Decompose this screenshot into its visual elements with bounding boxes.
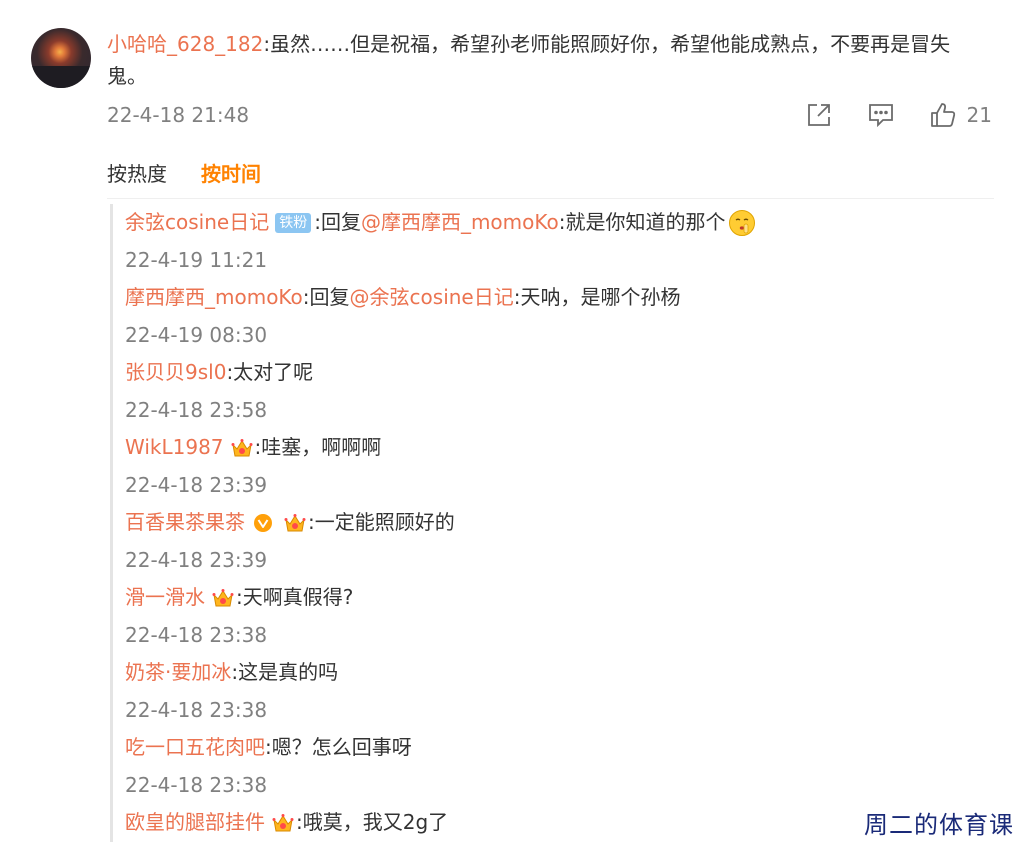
- reply-username[interactable]: WikL1987: [125, 429, 224, 467]
- sort-by-hot-tab[interactable]: 按热度: [107, 158, 167, 190]
- like-icon[interactable]: [929, 101, 957, 129]
- mention-link[interactable]: @余弦cosine日记: [350, 279, 514, 317]
- reply-content: 百香果茶果茶 :一定能照顾好的: [125, 504, 993, 542]
- reply-text: :嗯？怎么回事呀: [265, 735, 412, 759]
- reply-username[interactable]: 张贝贝9sl0: [125, 354, 226, 392]
- reply-content: WikL1987 :哇塞，啊啊啊: [125, 429, 993, 467]
- reply-item: 摩西摩西_momoKo:回复 @余弦cosine日记:天呐，是哪个孙杨 22-4-…: [113, 279, 993, 354]
- reply-text: :哦莫，我又2g了: [296, 810, 449, 834]
- main-comment-username[interactable]: 小哈哈_628_182: [107, 32, 263, 56]
- reply-text: :这是真的吗: [231, 660, 339, 684]
- reply-username[interactable]: 余弦cosine日记: [125, 204, 269, 242]
- reply-timestamp: 22-4-18 23:39: [125, 472, 268, 497]
- reply-content: 吃一口五花肉吧:嗯？怎么回事呀: [125, 729, 993, 767]
- reply-username[interactable]: 奶茶·要加冰: [125, 654, 231, 692]
- reply-list: 余弦cosine日记 铁粉:回复 @摩西摩西_momoKo:就是你知道的那个 22-…: [110, 204, 993, 842]
- crown-icon: [211, 586, 235, 610]
- reply-item: WikL1987 :哇塞，啊啊啊 22-4-18 23:39: [113, 429, 993, 504]
- like-count: 21: [966, 103, 992, 127]
- reply-timestamp: 22-4-18 23:38: [125, 772, 268, 797]
- divider: [107, 198, 994, 199]
- share-icon[interactable]: [805, 101, 833, 129]
- reply-item: 滑一滑水 :天啊真假得? 22-4-18 23:38: [113, 579, 993, 654]
- reply-item: 张贝贝9sl0:太对了呢 22-4-18 23:58: [113, 354, 993, 429]
- main-comment-actions: 21: [805, 100, 992, 130]
- avatar-ground: [31, 66, 91, 88]
- reply-item: 吃一口五花肉吧:嗯？怎么回事呀 22-4-18 23:38: [113, 729, 993, 804]
- shush-emoji-icon: [727, 208, 757, 238]
- reply-username[interactable]: 欧皇的腿部挂件: [125, 804, 265, 842]
- main-comment: 小哈哈_628_182:虽然……但是祝福，希望孙老师能照顾好你，希望他能成熟点，…: [107, 28, 987, 92]
- fan-badge: 铁粉: [275, 212, 312, 233]
- reply-username[interactable]: 摩西摩西_momoKo: [125, 279, 303, 317]
- reply-content: 摩西摩西_momoKo:回复 @余弦cosine日记:天呐，是哪个孙杨: [125, 279, 993, 317]
- comment-icon[interactable]: [867, 101, 895, 129]
- reply-prefix: :回复: [302, 285, 350, 309]
- crown-icon: [271, 811, 295, 835]
- reply-text: :就是你知道的那个: [558, 210, 726, 234]
- sort-tabs: 按热度 按时间: [107, 158, 261, 190]
- reply-text: :一定能照顾好的: [308, 510, 455, 534]
- reply-text: :太对了呢: [226, 360, 314, 384]
- main-comment-meta: 22-4-18 21:48 21: [107, 100, 992, 130]
- reply-content: 张贝贝9sl0:太对了呢: [125, 354, 993, 392]
- reply-text: :哇塞，啊啊啊: [254, 435, 382, 459]
- watermark: 周二的体育课: [864, 811, 1014, 839]
- sort-by-time-tab[interactable]: 按时间: [201, 158, 261, 190]
- reply-timestamp: 22-4-19 11:21: [125, 247, 268, 272]
- reply-text: :天啊真假得?: [236, 585, 354, 609]
- main-comment-timestamp: 22-4-18 21:48: [107, 103, 250, 127]
- reply-item: 余弦cosine日记 铁粉:回复 @摩西摩西_momoKo:就是你知道的那个 22-…: [113, 204, 993, 279]
- reply-item: 奶茶·要加冰:这是真的吗 22-4-18 23:38: [113, 654, 993, 729]
- reply-timestamp: 22-4-18 23:58: [125, 397, 268, 422]
- reply-content: 滑一滑水 :天啊真假得?: [125, 579, 993, 617]
- reply-text: :天呐，是哪个孙杨: [513, 285, 681, 309]
- reply-item: 欧皇的腿部挂件 :哦莫，我又2g了: [113, 804, 993, 842]
- avatar[interactable]: [31, 28, 91, 88]
- crown-icon: [230, 436, 254, 460]
- reply-prefix: :回复: [314, 210, 361, 234]
- reply-username[interactable]: 滑一滑水: [125, 579, 205, 617]
- reply-timestamp: 22-4-18 23:38: [125, 622, 268, 647]
- reply-timestamp: 22-4-18 23:39: [125, 547, 268, 572]
- reply-timestamp: 22-4-19 08:30: [125, 322, 268, 347]
- reply-content: 欧皇的腿部挂件 :哦莫，我又2g了: [125, 804, 993, 842]
- like-button[interactable]: 21: [929, 101, 992, 129]
- reply-content: 余弦cosine日记 铁粉:回复 @摩西摩西_momoKo:就是你知道的那个: [125, 204, 993, 242]
- reply-username[interactable]: 吃一口五花肉吧: [125, 729, 265, 767]
- reply-content: 奶茶·要加冰:这是真的吗: [125, 654, 993, 692]
- reply-item: 百香果茶果茶 :一定能照顾好的 22-4-18 23:39: [113, 504, 993, 579]
- reply-username[interactable]: 百香果茶果茶: [125, 504, 245, 542]
- verified-icon: [253, 513, 273, 533]
- crown-icon: [283, 511, 307, 535]
- mention-link[interactable]: @摩西摩西_momoKo: [361, 204, 559, 242]
- reply-timestamp: 22-4-18 23:38: [125, 697, 268, 722]
